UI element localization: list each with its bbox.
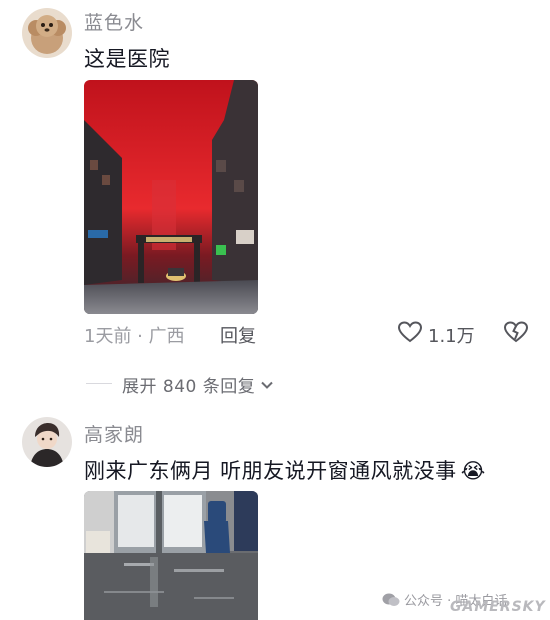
avatar[interactable] [22, 8, 72, 58]
comment-time-location: 1天前 · 广西 [84, 326, 185, 347]
comment-text-body: 刚来广东俩月 听朋友说开窗通风就没事 [84, 459, 457, 483]
comment-text: 这是医院 [84, 47, 170, 71]
comment-username[interactable]: 高家朗 [84, 420, 144, 447]
comment-photo-flooded-room[interactable] [84, 491, 258, 620]
expand-divider [86, 383, 112, 384]
wechat-icon [382, 592, 400, 608]
comment-photo-hospital[interactable] [84, 80, 258, 314]
broken-heart-icon[interactable] [503, 320, 529, 344]
like-count: 1.1万 [428, 326, 475, 347]
avatar[interactable] [22, 417, 72, 467]
chevron-down-icon [259, 377, 275, 393]
expand-replies-button[interactable]: 展开 840 条回复 [122, 372, 275, 397]
comment-text: 刚来广东俩月 听朋友说开窗通风就没事 😭 [84, 455, 486, 485]
site-logo: GAMERSKY [450, 599, 546, 615]
heart-outline-icon[interactable] [397, 320, 423, 344]
expand-replies-label: 展开 840 条回复 [122, 377, 256, 397]
reply-button[interactable]: 回复 [220, 322, 256, 348]
crying-emoji: 😭 [460, 459, 486, 483]
comment-username[interactable]: 蓝色水 [84, 8, 144, 35]
